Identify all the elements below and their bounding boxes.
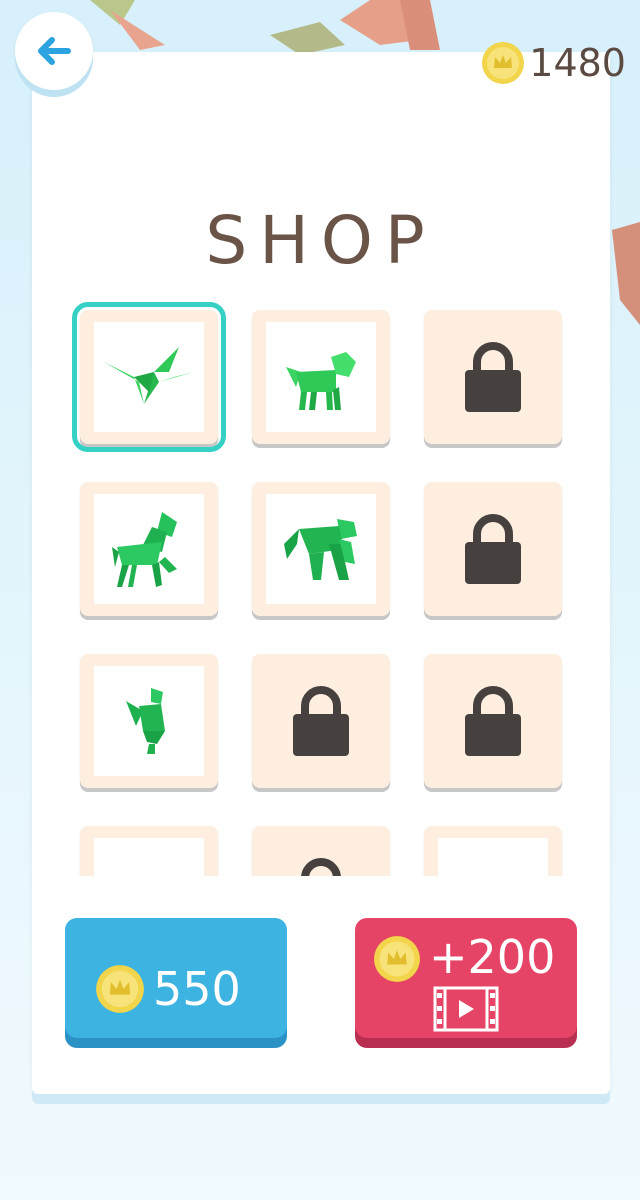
origami-horse-icon [112,512,177,587]
buy-price: 550 [153,962,241,1016]
shop-item-partial[interactable] [80,826,218,876]
origami-dog-icon [286,352,356,410]
origami-animal-icon [109,863,189,876]
shop-item-monkey[interactable] [252,482,390,616]
shop-item-rooster[interactable] [80,654,218,788]
shop-item-locked[interactable] [252,826,390,876]
origami-monkey-icon [284,519,357,580]
crown-coin-icon [482,42,525,84]
origami-rooster-icon [126,688,165,754]
crown-coin-icon [96,965,144,1013]
lock-icon [301,858,341,876]
back-button[interactable] [15,12,93,90]
shop-item-crane[interactable] [72,302,226,452]
buy-random-button[interactable]: 550 [65,918,287,1038]
lock-icon [465,342,521,412]
shop-item-locked[interactable] [424,654,562,788]
lock-icon [465,686,521,756]
shop-item-grid[interactable] [60,290,580,876]
coin-count: 1480 [529,41,626,85]
shop-item-locked[interactable] [424,482,562,616]
origami-crane-icon [104,347,194,404]
shop-item-horse[interactable] [80,482,218,616]
origami-plant-icon [453,863,533,876]
shop-item-partial[interactable] [424,826,562,876]
crown-coin-icon [374,936,420,982]
shop-item-dog[interactable] [252,310,390,444]
page-title: SHOP [205,202,437,279]
video-reward: +200 [429,930,556,984]
shop-item-locked[interactable] [252,654,390,788]
film-play-icon [433,986,499,1032]
lock-icon [293,686,349,756]
watch-video-button[interactable]: +200 [355,918,577,1038]
back-arrow-icon [38,37,71,65]
coin-counter: 1480 [481,38,626,88]
shop-item-locked[interactable] [424,310,562,444]
lock-icon [465,514,521,584]
